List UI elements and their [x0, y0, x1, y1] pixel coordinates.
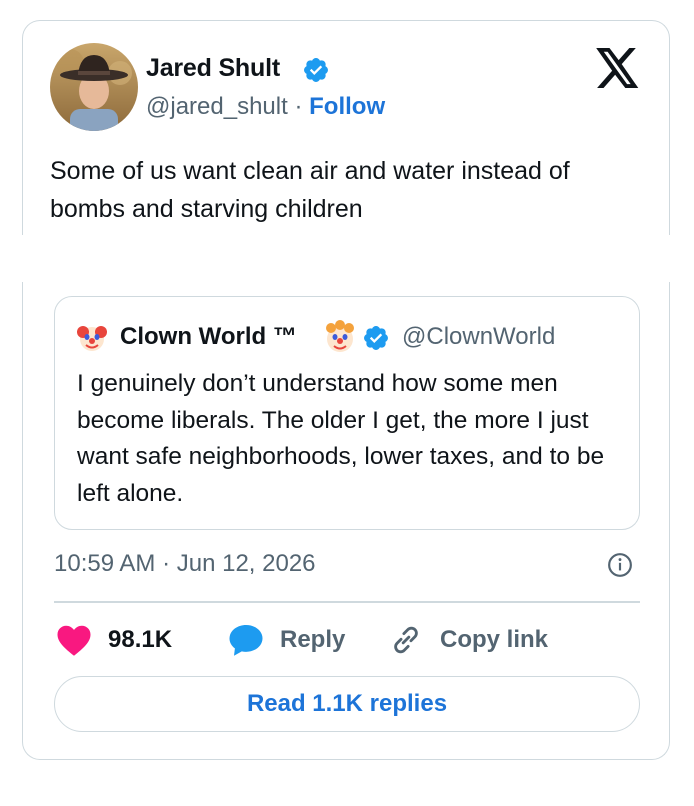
quoted-author-handle[interactable]: @ClownWorld — [402, 323, 555, 351]
divider — [54, 601, 640, 603]
clown-face-icon — [77, 326, 107, 351]
copy-link-button[interactable]: Copy link — [388, 620, 548, 660]
clown-face-icon — [326, 320, 354, 352]
info-icon[interactable] — [607, 552, 633, 578]
read-replies-label: Read 1.1K replies — [246, 690, 448, 717]
verified-badge-icon — [304, 58, 328, 82]
reply-label: Reply — [280, 626, 346, 653]
x-logo-icon[interactable] — [596, 48, 640, 88]
tweet-timestamp[interactable]: 10:59 AM · Jun 12, 2026 — [54, 550, 316, 578]
read-replies-button[interactable]: Read 1.1K replies — [54, 676, 640, 732]
tweet-text: Some of us want clean air and water inst… — [50, 157, 570, 223]
author-name[interactable]: Jared Shult — [146, 54, 280, 83]
avatar[interactable] — [50, 43, 138, 131]
heart-icon — [57, 625, 91, 656]
verified-badge-icon — [364, 326, 388, 350]
quoted-tweet-text: I genuinely don’t understand how some me… — [77, 370, 605, 507]
copy-link-label: Copy link — [440, 626, 549, 653]
link-icon — [394, 626, 418, 654]
follow-button[interactable]: Follow — [309, 93, 385, 120]
reply-button[interactable]: Reply — [228, 620, 345, 660]
quoted-author-name[interactable]: Clown World ™ — [120, 323, 297, 351]
like-count: 98.1K — [108, 626, 173, 653]
like-button[interactable]: 98.1K — [56, 620, 172, 660]
author-handle-row: @jared_shult · Follow — [146, 93, 385, 121]
separator-dot: · — [294, 93, 303, 120]
author-handle[interactable]: @jared_shult — [146, 93, 288, 120]
speech-bubble-icon — [229, 625, 263, 656]
